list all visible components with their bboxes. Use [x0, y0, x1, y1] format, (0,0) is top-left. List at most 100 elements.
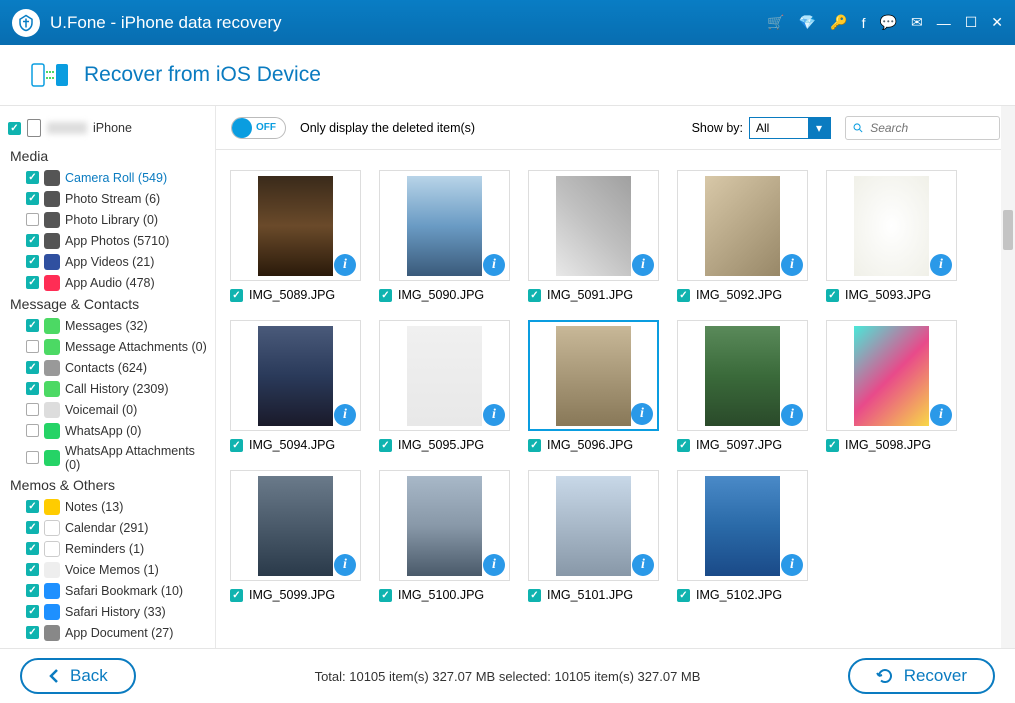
item-checkbox[interactable] — [26, 500, 39, 513]
thumbnail-frame[interactable]: i — [379, 470, 510, 581]
item-checkbox[interactable] — [26, 192, 39, 205]
sidebar-item[interactable]: Reminders (1) — [8, 538, 207, 559]
thumbnail-frame[interactable]: i — [379, 170, 510, 281]
sidebar-item[interactable]: Notes (13) — [8, 496, 207, 517]
sidebar-item[interactable]: Voicemail (0) — [8, 399, 207, 420]
sidebar-item[interactable]: Safari Bookmark (10) — [8, 580, 207, 601]
sidebar-item[interactable]: Calendar (291) — [8, 517, 207, 538]
mail-icon[interactable]: ✉ — [911, 14, 923, 31]
item-checkbox[interactable] — [26, 424, 39, 437]
sidebar-item[interactable]: App Videos (21) — [8, 251, 207, 272]
chat-icon[interactable]: 💬 — [880, 14, 897, 31]
item-checkbox[interactable] — [26, 626, 39, 639]
thumbnail-frame[interactable]: i — [528, 170, 659, 281]
item-checkbox[interactable] — [26, 171, 39, 184]
search-box[interactable] — [845, 116, 1000, 140]
thumbnail-checkbox[interactable] — [528, 589, 541, 602]
item-checkbox[interactable] — [26, 382, 39, 395]
item-checkbox[interactable] — [26, 340, 39, 353]
thumbnail-checkbox[interactable] — [379, 289, 392, 302]
info-icon[interactable]: i — [632, 554, 654, 576]
info-icon[interactable]: i — [334, 254, 356, 276]
thumbnail-checkbox[interactable] — [677, 589, 690, 602]
item-checkbox[interactable] — [26, 521, 39, 534]
maximize-button[interactable]: ☐ — [965, 14, 978, 31]
thumbnail-checkbox[interactable] — [230, 289, 243, 302]
back-button[interactable]: Back — [20, 658, 136, 694]
sidebar-item[interactable]: Voice Memos (1) — [8, 559, 207, 580]
sidebar-item[interactable]: Camera Roll (549) — [8, 167, 207, 188]
info-icon[interactable]: i — [781, 254, 803, 276]
thumbnail-frame[interactable]: i — [677, 170, 808, 281]
sidebar-item[interactable]: Call History (2309) — [8, 378, 207, 399]
deleted-only-toggle[interactable]: OFF — [231, 117, 286, 139]
item-checkbox[interactable] — [26, 213, 39, 226]
item-checkbox[interactable] — [26, 234, 39, 247]
show-by-dropdown[interactable]: All ▾ — [749, 117, 831, 139]
info-icon[interactable]: i — [334, 554, 356, 576]
thumbnail-checkbox[interactable] — [677, 439, 690, 452]
thumbnail-frame[interactable]: i — [230, 470, 361, 581]
item-checkbox[interactable] — [26, 276, 39, 289]
thumbnail-checkbox[interactable] — [826, 439, 839, 452]
info-icon[interactable]: i — [334, 404, 356, 426]
thumbnail-checkbox[interactable] — [826, 289, 839, 302]
scrollbar[interactable] — [1001, 106, 1015, 676]
sidebar-item[interactable]: App Audio (478) — [8, 272, 207, 293]
thumbnail-frame[interactable]: i — [230, 170, 361, 281]
info-icon[interactable]: i — [631, 403, 653, 425]
sidebar-item[interactable]: App Document (27) — [8, 622, 207, 643]
thumbnail-checkbox[interactable] — [677, 289, 690, 302]
sidebar-item[interactable]: Messages (32) — [8, 315, 207, 336]
sidebar-item[interactable]: WhatsApp (0) — [8, 420, 207, 441]
facebook-icon[interactable]: f — [862, 15, 866, 31]
info-icon[interactable]: i — [483, 404, 505, 426]
info-icon[interactable]: i — [632, 254, 654, 276]
cart-icon[interactable]: 🛒 — [767, 14, 784, 31]
thumbnail-checkbox[interactable] — [528, 439, 541, 452]
item-checkbox[interactable] — [26, 584, 39, 597]
diamond-icon[interactable]: 💎 — [799, 14, 816, 31]
thumbnail-frame[interactable]: i — [677, 320, 808, 431]
thumbnail-frame[interactable]: i — [230, 320, 361, 431]
info-icon[interactable]: i — [483, 554, 505, 576]
key-icon[interactable]: 🔑 — [830, 14, 847, 31]
thumbnail-frame[interactable]: i — [379, 320, 510, 431]
item-checkbox[interactable] — [26, 319, 39, 332]
item-checkbox[interactable] — [26, 542, 39, 555]
thumbnail-frame[interactable]: i — [528, 320, 659, 431]
sidebar-item[interactable]: Safari History (33) — [8, 601, 207, 622]
recover-button[interactable]: Recover — [848, 658, 995, 694]
info-icon[interactable]: i — [781, 404, 803, 426]
sidebar-item[interactable]: Photo Stream (6) — [8, 188, 207, 209]
thumbnail-checkbox[interactable] — [230, 439, 243, 452]
sidebar-item[interactable]: Message Attachments (0) — [8, 336, 207, 357]
close-button[interactable]: ✕ — [991, 14, 1003, 31]
item-checkbox[interactable] — [26, 451, 39, 464]
sidebar-item[interactable]: WhatsApp Attachments (0) — [8, 441, 207, 474]
thumbnail-checkbox[interactable] — [528, 289, 541, 302]
item-checkbox[interactable] — [26, 563, 39, 576]
scrollbar-thumb[interactable] — [1003, 210, 1013, 250]
item-checkbox[interactable] — [26, 403, 39, 416]
info-icon[interactable]: i — [930, 404, 952, 426]
info-icon[interactable]: i — [483, 254, 505, 276]
thumbnail-frame[interactable]: i — [528, 470, 659, 581]
sidebar-item[interactable]: App Photos (5710) — [8, 230, 207, 251]
sidebar-item[interactable]: Photo Library (0) — [8, 209, 207, 230]
thumbnail-checkbox[interactable] — [379, 589, 392, 602]
thumbnail-frame[interactable]: i — [677, 470, 808, 581]
minimize-button[interactable]: — — [937, 15, 951, 31]
thumbnail-frame[interactable]: i — [826, 320, 957, 431]
sidebar-item[interactable]: Contacts (624) — [8, 357, 207, 378]
thumbnail-checkbox[interactable] — [379, 439, 392, 452]
thumbnail-frame[interactable]: i — [826, 170, 957, 281]
info-icon[interactable]: i — [781, 554, 803, 576]
item-checkbox[interactable] — [26, 605, 39, 618]
item-checkbox[interactable] — [26, 361, 39, 374]
info-icon[interactable]: i — [930, 254, 952, 276]
item-checkbox[interactable] — [26, 255, 39, 268]
device-checkbox[interactable] — [8, 122, 21, 135]
search-input[interactable] — [870, 121, 993, 135]
thumbnail-checkbox[interactable] — [230, 589, 243, 602]
